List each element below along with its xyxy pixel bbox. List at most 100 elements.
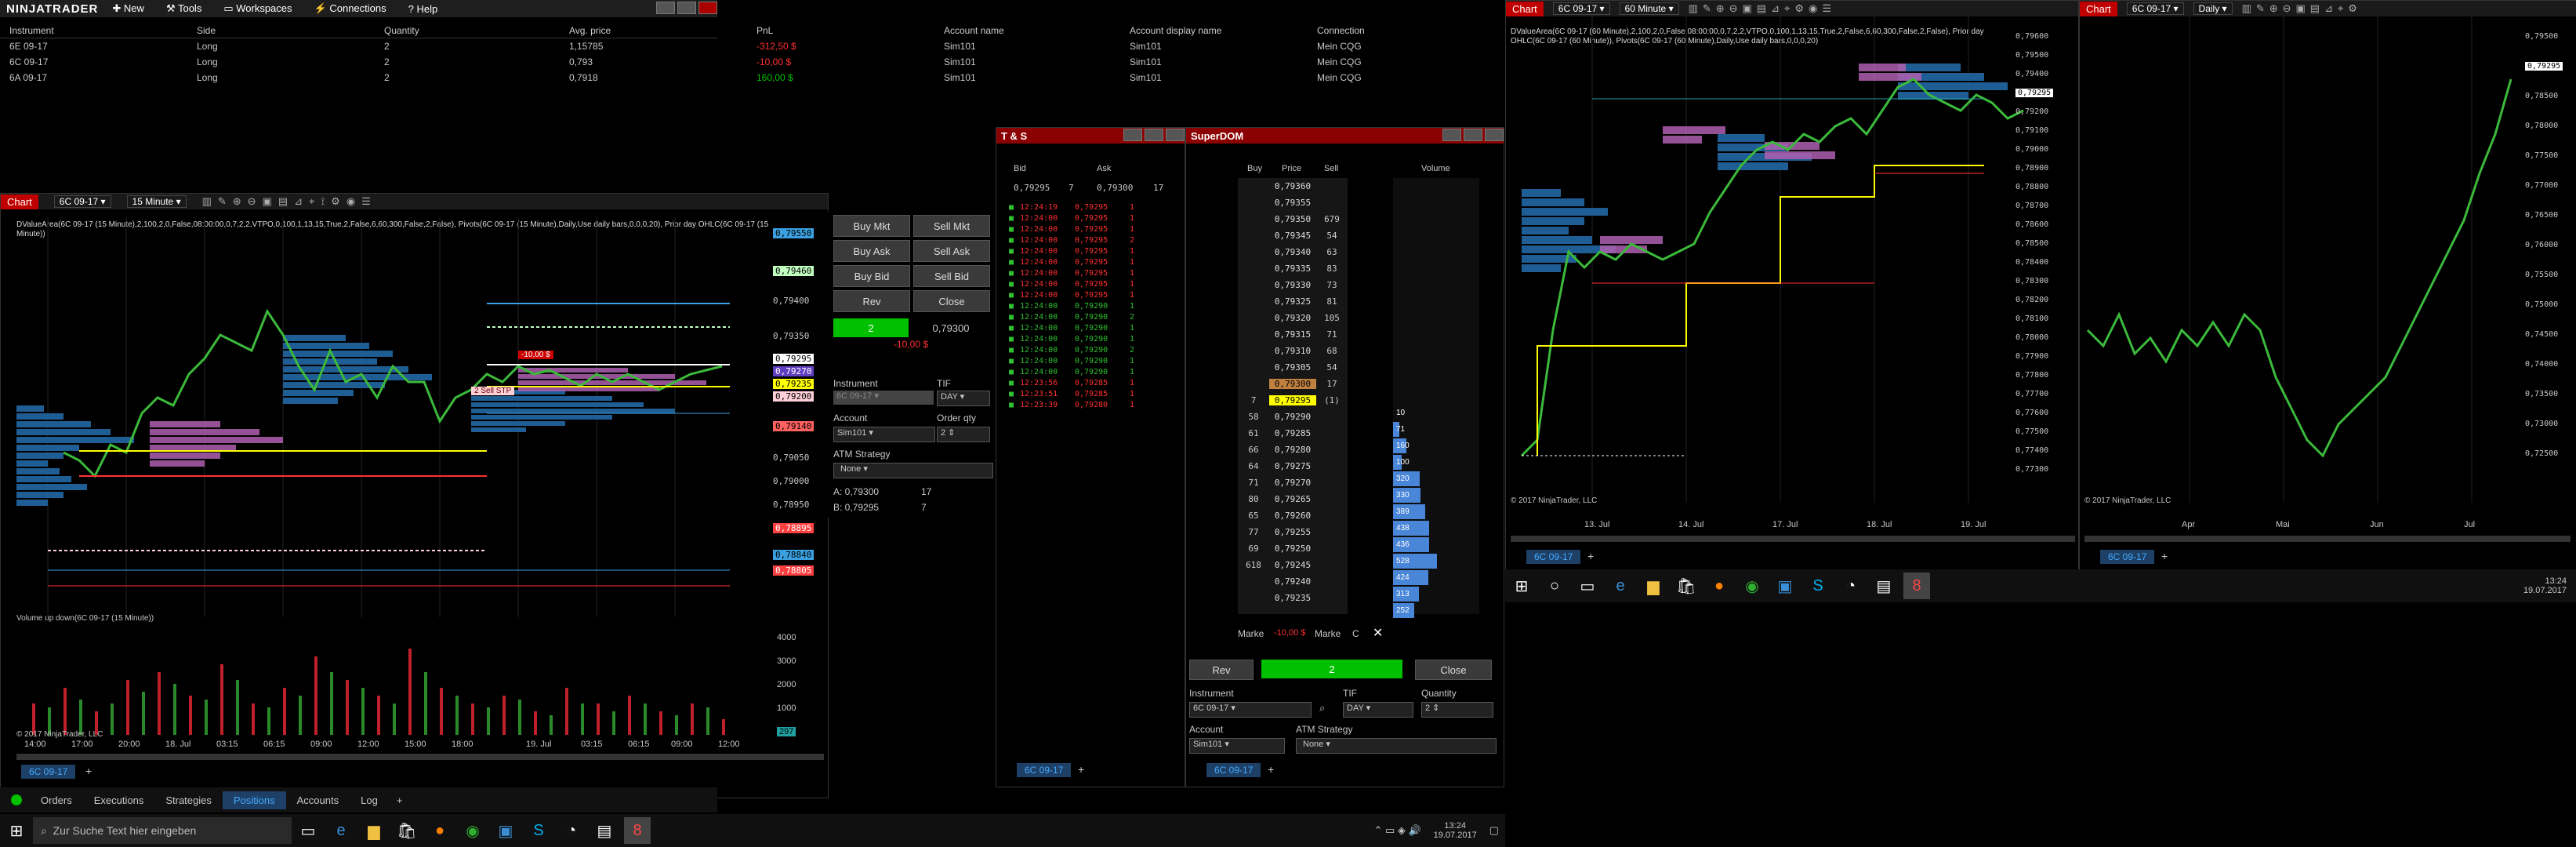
dom-buy-cell[interactable]: 66 [1238, 445, 1269, 455]
dom-close-button[interactable]: Close [1415, 660, 1492, 680]
windows-start-icon[interactable]: ⊞ [3, 817, 30, 844]
app-icon-3[interactable]: ▤ [591, 817, 618, 844]
store-icon[interactable]: 🛍 [1673, 573, 1700, 599]
dom-price-cell[interactable]: 0,79275 [1269, 461, 1316, 471]
add-tab-button[interactable]: + [389, 791, 411, 809]
sell-bid-button[interactable]: Sell Bid [913, 265, 990, 287]
dom-ladder-row[interactable]: 66 0,79280 [1238, 442, 1348, 458]
menu-connections[interactable]: ⚡ Connections [314, 2, 386, 15]
dom-price-cell[interactable]: 0,79280 [1269, 445, 1316, 455]
dom-atm-select[interactable]: None ▾ [1296, 738, 1497, 754]
chart1-order-label[interactable]: -10,00 $ [518, 351, 553, 359]
dom-price-cell[interactable]: 0,79290 [1269, 412, 1316, 422]
dom-ladder-row[interactable]: 0,79345 54 [1238, 227, 1348, 244]
dom-ladder-row[interactable]: 0,79350 679 [1238, 211, 1348, 227]
dom-price-cell[interactable]: 0,79305 [1269, 362, 1316, 373]
menu-workspaces[interactable]: ▭ Workspaces [223, 2, 292, 15]
menu-tools[interactable]: ⚒ Tools [166, 2, 201, 15]
app-icon[interactable]: ▣ [1772, 573, 1798, 599]
dom-ladder-row[interactable]: 65 0,79260 [1238, 507, 1348, 524]
account-select[interactable]: Sim101 ▾ [833, 427, 935, 442]
col-connection[interactable]: Connection [1317, 25, 1365, 36]
rev-button[interactable]: Rev [833, 290, 910, 312]
app-icon-2[interactable]: ◔ [558, 817, 585, 844]
task-view-icon[interactable]: ▭ [1574, 573, 1601, 599]
edge-icon[interactable]: e [1607, 573, 1634, 599]
ts-tab[interactable]: 6C 09-17 [1017, 763, 1072, 777]
dom-price-cell[interactable]: 0,79285 [1269, 428, 1316, 438]
table-row[interactable]: 6A 09-17 Long 2 0,7918 160,00 $ Sim101 Sim101 M… [0, 72, 1362, 88]
chart3-scrollbar[interactable] [2084, 536, 2571, 542]
dom-sell-cell[interactable]: 17 [1316, 379, 1348, 389]
col-avg-price[interactable]: Avg. price [569, 25, 611, 36]
chart2-scrollbar[interactable] [1511, 536, 2075, 542]
ts-add-tab-button[interactable]: + [1078, 763, 1084, 776]
chrome-icon[interactable]: ◉ [1739, 573, 1765, 599]
dom-rev-button[interactable]: Rev [1189, 660, 1254, 680]
tab-strategies[interactable]: Strategies [154, 791, 223, 809]
dom-ladder-row[interactable]: 0,79330 73 [1238, 277, 1348, 293]
dom-ladder-row[interactable]: 0,79315 71 [1238, 326, 1348, 343]
dom-ladder-row[interactable]: 7 0,79295 (1) [1238, 392, 1348, 409]
chart2-price-axis[interactable]: 0,79600 0,79500 0,79400 0,79295 0,79200 0,791… [2015, 32, 2075, 503]
buy-ask-button[interactable]: Buy Ask [833, 240, 910, 262]
dom-price-cell[interactable]: 0,79240 [1269, 576, 1316, 587]
dom-price-cell[interactable]: 0,79300 [1269, 379, 1316, 389]
dom-tab[interactable]: 6C 09-17 [1206, 763, 1261, 777]
chart3-tab[interactable]: 6C 09-17 [2100, 550, 2155, 564]
dom-buy-cell[interactable]: 618 [1238, 560, 1269, 570]
ts-window-controls[interactable] [1121, 128, 1185, 144]
dom-ladder-row[interactable]: 69 0,79250 [1238, 540, 1348, 557]
sell-ask-button[interactable]: Sell Ask [913, 240, 990, 262]
ninjatrader-icon[interactable]: 8 [1903, 573, 1930, 599]
dom-buy-cell[interactable]: 77 [1238, 527, 1269, 537]
dom-price-cell[interactable]: 0,79350 [1269, 214, 1316, 224]
dom-price-cell[interactable]: 0,79310 [1269, 346, 1316, 356]
dom-rows[interactable]: 0,79360 0,79355 0,79350 679 0,79345 54 0,79340… [1238, 178, 1348, 606]
dom-price-cell[interactable]: 0,79250 [1269, 543, 1316, 554]
tab-executions[interactable]: Executions [83, 791, 155, 809]
tab-positions[interactable]: Positions [222, 791, 286, 809]
col-quantity[interactable]: Quantity [384, 25, 419, 36]
chart2-price-plot[interactable] [1506, 16, 2070, 503]
dom-price-cell[interactable]: 0,79335 [1269, 264, 1316, 274]
chart2-interval-select[interactable]: 60 Minute ▾ [1619, 2, 1679, 15]
chart3-price-axis[interactable]: 0,79500 0,79295 0,78500 0,78000 0,77500 0,770… [2525, 32, 2574, 503]
dom-sell-cell[interactable]: 105 [1316, 313, 1348, 323]
dom-ladder-row[interactable]: 0,79360 [1238, 178, 1348, 194]
col-instrument[interactable]: Instrument [9, 25, 54, 36]
dom-ladder-row[interactable]: 0,79310 68 [1238, 343, 1348, 359]
dom-add-tab-button[interactable]: + [1268, 763, 1274, 776]
chart3-instrument-select[interactable]: 6C 09-17 ▾ [2126, 2, 2184, 15]
dom-sell-cell[interactable]: (1) [1316, 395, 1348, 405]
dom-price-cell[interactable]: 0,79320 [1269, 313, 1316, 323]
chart1-add-tab-button[interactable]: + [85, 765, 92, 777]
chart1-price-axis[interactable]: 0,79550 0,79460 0,79400 0,79350 0,79295 … [773, 225, 828, 602]
dom-tif-select[interactable]: DAY ▾ [1343, 702, 1413, 718]
dom-buy-cell[interactable]: 64 [1238, 461, 1269, 471]
chart1-interval-select[interactable]: 15 Minute ▾ [126, 195, 187, 208]
order-qty-stepper[interactable]: 2 ⇕ [937, 427, 990, 442]
chart3-interval-select[interactable]: Daily ▾ [2193, 2, 2233, 15]
dom-ladder-row[interactable]: 0,79300 17 [1238, 376, 1348, 392]
dom-ladder-row[interactable]: 64 0,79275 [1238, 458, 1348, 474]
dom-buy-cell[interactable]: 65 [1238, 511, 1269, 521]
dom-ladder-row[interactable]: 0,79335 83 [1238, 260, 1348, 277]
edge-icon[interactable]: e [328, 817, 354, 844]
dom-sell-cell[interactable]: 68 [1316, 346, 1348, 356]
dom-price-cell[interactable]: 0,79260 [1269, 511, 1316, 521]
file-explorer-icon[interactable]: ▆ [1640, 573, 1667, 599]
dom-ladder-row[interactable]: 0,79305 54 [1238, 359, 1348, 376]
dom-market-right-label[interactable]: Marke [1315, 628, 1341, 639]
dom-sell-cell[interactable]: 54 [1316, 231, 1348, 241]
skype-icon[interactable]: S [525, 817, 552, 844]
chart1-scrollbar[interactable] [16, 754, 824, 760]
cortana-icon[interactable]: ○ [1541, 573, 1568, 599]
taskbar-search-box[interactable]: ⌕ Zur Suche Text hier eingeben [33, 817, 292, 844]
menu-new[interactable]: ✚ New [112, 2, 144, 15]
dom-price-cell[interactable]: 0,79235 [1269, 593, 1316, 603]
dom-ladder-row[interactable]: 0,79235 [1238, 590, 1348, 606]
close-button[interactable]: Close [913, 290, 990, 312]
firefox-icon[interactable]: ● [1706, 573, 1732, 599]
dom-sell-cell[interactable]: 73 [1316, 280, 1348, 290]
